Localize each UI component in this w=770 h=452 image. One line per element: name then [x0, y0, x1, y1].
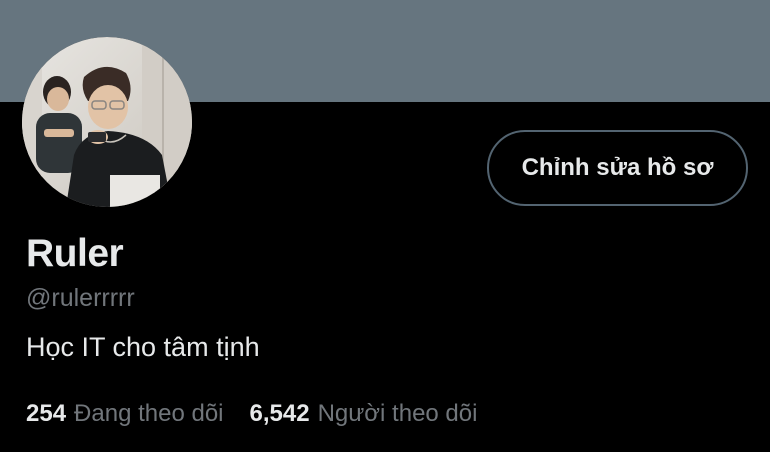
followers-link[interactable]: 6,542 Người theo dõi	[250, 398, 478, 430]
followers-label: Người theo dõi	[317, 400, 478, 427]
edit-profile-button[interactable]: Chỉnh sửa hồ sơ	[487, 130, 748, 206]
profile-avatar[interactable]	[22, 37, 192, 207]
profile-display-name: Ruler	[26, 232, 124, 275]
profile-bio: Học IT cho tâm tịnh	[26, 332, 260, 362]
following-count: 254	[26, 400, 67, 427]
following-link[interactable]: 254 Đang theo dõi	[26, 398, 224, 430]
profile-handle: @rulerrrrr	[26, 284, 135, 312]
followers-count: 6,542	[249, 400, 310, 427]
following-label: Đang theo dõi	[74, 400, 224, 427]
avatar-photo	[22, 37, 192, 207]
profile-stats: 254 Đang theo dõi 6,542 Người theo dõi	[26, 398, 477, 430]
